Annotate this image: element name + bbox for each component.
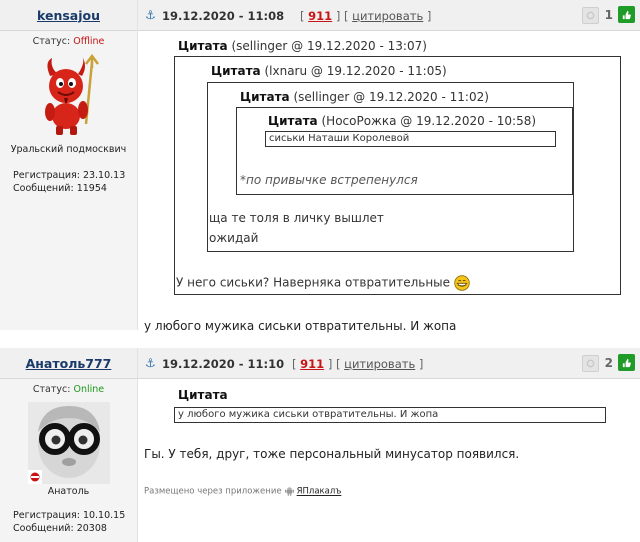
user-sidebar: Анатоль777 Статус: Online Анатоль Регист… — [0, 348, 138, 542]
quote-text-mid-line2: ожидай — [209, 231, 259, 245]
quote-text-mid-line1: ща те толя в личку вышлет — [209, 211, 384, 225]
post-content: Цитата (sellinger @ 19.12.2020 - 13:07) … — [144, 31, 640, 333]
reply-count-link[interactable]: 911 — [300, 357, 324, 371]
posted-via-label: Размещено через приложение — [144, 486, 282, 497]
rating-count: 2 — [604, 356, 613, 370]
app-link[interactable]: ЯПлакалъ — [297, 487, 342, 497]
quote-block: у любого мужика сиськи отвратительны. И … — [174, 407, 606, 423]
registration-date: 10.10.15 — [82, 510, 126, 521]
quote-header-inner: Цитата (sellinger @ 19.12.2020 - 11:02) — [240, 90, 489, 104]
minus-icon[interactable] — [582, 7, 599, 24]
plus-icon[interactable] — [618, 354, 635, 371]
rating-count: 1 — [604, 8, 613, 22]
messages-label: Сообщений: — [13, 523, 74, 534]
quote-link[interactable]: цитировать — [352, 9, 423, 23]
user-location: Уральский подмосквич — [10, 144, 127, 155]
username-link[interactable]: Анатоль777 — [26, 356, 112, 371]
username-bar: kensajou — [0, 0, 137, 31]
messages-count: 11954 — [76, 183, 107, 194]
messages-label: Сообщений: — [13, 183, 74, 194]
quote-block-innermost: сиськи Наташи Королевой — [265, 131, 556, 147]
devil-avatar[interactable] — [28, 54, 110, 136]
posted-via: Размещено через приложение ЯПлакалъ — [144, 486, 341, 497]
anchor-icon[interactable]: ⚓ — [145, 356, 156, 370]
username-bar: Анатоль777 — [0, 348, 137, 379]
registration-line: Регистрация: 23.10.13 — [13, 169, 137, 182]
messages-line: Сообщений: 20308 — [13, 522, 137, 535]
quote-block-mid: Цитата (sellinger @ 19.12.2020 - 11:02) … — [207, 82, 574, 252]
user-status: Статус: Offline — [0, 36, 137, 47]
quote-block-outer: Цитата (lxnaru @ 19.12.2020 - 11:05) Цит… — [174, 56, 621, 295]
status-label: Статус: — [32, 384, 71, 395]
quote-header-mid: Цитата (lxnaru @ 19.12.2020 - 11:05) — [211, 64, 447, 78]
post-content: Цитата у любого мужика сиськи отвратител… — [144, 379, 640, 542]
status-value: Online — [73, 384, 105, 395]
anchor-icon[interactable]: ⚓ — [145, 8, 156, 22]
post-header: ⚓ 19.12.2020 - 11:10 [ 911 ] [ цитироват… — [138, 348, 640, 379]
post-actions: [ 911 ] [ цитировать ] — [292, 357, 424, 371]
messages-count: 20308 — [76, 523, 107, 534]
baby-glasses-avatar[interactable] — [27, 402, 110, 484]
post-header: ⚓ 19.12.2020 - 11:08 [ 911 ] [ цитироват… — [138, 0, 640, 31]
post-date: 19.12.2020 - 11:08 — [162, 9, 285, 23]
quote-header-innermost: Цитата (НосоРожка @ 19.12.2020 - 10:58) — [268, 114, 537, 128]
quote-text-outer: У него сиськи? Наверняка отвратительные — [176, 275, 470, 291]
post-message: у любого мужика сиськи отвратительны. И … — [144, 319, 457, 333]
quote-header: Цитата — [178, 388, 228, 402]
post-1: kensajou Статус: Offline Уральский подмо… — [0, 0, 640, 333]
reply-count-link[interactable]: 911 — [308, 9, 332, 23]
user-stats: Регистрация: 10.10.15 Сообщений: 20308 — [13, 509, 137, 535]
user-status: Статус: Online — [0, 384, 137, 395]
registration-date: 23.10.13 — [82, 170, 126, 181]
android-icon — [284, 487, 294, 496]
post-date: 19.12.2020 - 11:10 — [162, 357, 285, 371]
user-stats: Регистрация: 23.10.13 Сообщений: 11954 — [13, 169, 137, 195]
smiley-icon — [454, 275, 470, 291]
post-message: Гы. У тебя, друг, тоже персональный мину… — [144, 447, 520, 461]
quote-header-outer: Цитата (sellinger @ 19.12.2020 - 13:07) — [178, 39, 427, 53]
post-2: Анатоль777 Статус: Online Анатоль Регист… — [0, 348, 640, 542]
status-value: Offline — [73, 36, 105, 47]
messages-line: Сообщений: 11954 — [13, 182, 137, 195]
registration-label: Регистрация: — [13, 510, 80, 521]
quote-block-inner: Цитата (НосоРожка @ 19.12.2020 - 10:58) … — [236, 107, 573, 195]
plus-icon[interactable] — [618, 6, 635, 23]
user-sidebar: kensajou Статус: Offline Уральский подмо… — [0, 0, 138, 330]
registration-line: Регистрация: 10.10.15 — [13, 509, 137, 522]
minus-icon[interactable] — [582, 355, 599, 372]
post-actions: [ 911 ] [ цитировать ] — [300, 9, 432, 23]
quote-text-inner: *по привычке встрепенулся — [240, 173, 418, 187]
status-label: Статус: — [32, 36, 71, 47]
quote-link[interactable]: цитировать — [344, 357, 415, 371]
username-link[interactable]: kensajou — [37, 8, 100, 23]
registration-label: Регистрация: — [13, 170, 80, 181]
user-location: Анатоль — [47, 486, 90, 497]
